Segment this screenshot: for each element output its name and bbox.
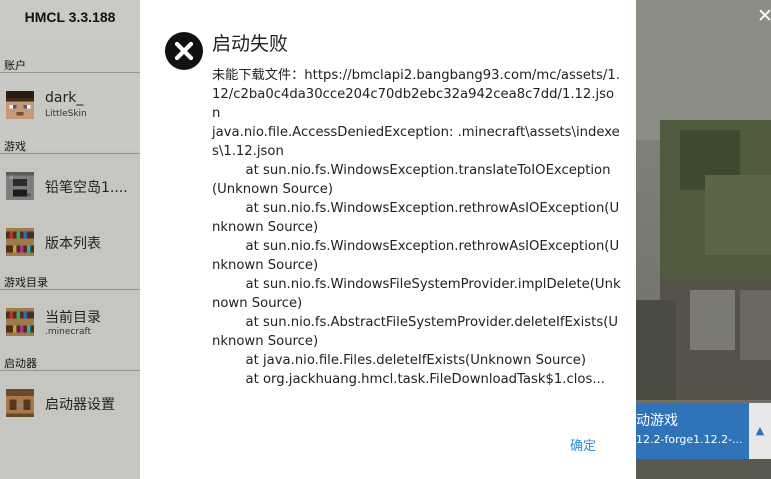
- furnace-icon: [6, 172, 34, 200]
- sidebar-item-launcher-settings[interactable]: 启动器设置: [0, 383, 140, 423]
- divider: [0, 370, 140, 371]
- bookshelf-icon: [6, 228, 34, 256]
- sidebar-item-version-list[interactable]: 版本列表: [0, 222, 140, 262]
- expand-icon[interactable]: ▲: [749, 403, 771, 459]
- crafting-table-icon: [6, 389, 34, 417]
- section-label-game: 游戏: [4, 140, 26, 153]
- player-head-icon: [6, 91, 34, 119]
- section-label-launcher: 启动器: [4, 357, 37, 370]
- sidebar-item-label: 启动器设置: [45, 397, 115, 413]
- sidebar-item-label: 版本列表: [45, 236, 101, 252]
- launch-title: 动游戏: [636, 413, 678, 429]
- divider: [0, 289, 140, 290]
- error-message: 未能下载文件：https://bmclapi2.bangbang93.com/m…: [212, 68, 621, 387]
- divider: [0, 72, 140, 73]
- section-label-account: 账户: [4, 59, 26, 72]
- sidebar: HMCL 3.3.188 账户 dark_ LittleSkin 游戏 铅笔空岛…: [0, 0, 140, 479]
- sidebar-item-account[interactable]: dark_ LittleSkin: [0, 85, 140, 125]
- dialog-title: 启动失败: [212, 33, 289, 55]
- divider: [0, 153, 140, 154]
- sidebar-item-label: 当前目录: [45, 310, 101, 326]
- section-label-game-dir: 游戏目录: [4, 276, 48, 289]
- account-name: dark_: [45, 90, 84, 106]
- error-dialog: 启动失败 未能下载文件：https://bmclapi2.bangbang93.…: [140, 0, 636, 479]
- account-type: LittleSkin: [45, 109, 87, 119]
- bookshelf-icon: [6, 308, 34, 336]
- ok-button[interactable]: 确定: [570, 435, 596, 454]
- sidebar-item-game-version[interactable]: 铅笔空岛1....: [0, 166, 140, 206]
- close-icon: ✕: [757, 5, 771, 27]
- close-window-button[interactable]: ✕: [757, 6, 771, 26]
- launch-version: 12.2-forge1.12.2-...: [636, 433, 743, 446]
- app-title: HMCL 3.3.188: [24, 9, 116, 25]
- error-x-icon: [165, 32, 203, 70]
- sidebar-item-current-dir[interactable]: 当前目录 .minecraft: [0, 302, 140, 342]
- launch-game-button[interactable]: 动游戏 12.2-forge1.12.2-... ▲: [636, 403, 771, 459]
- sidebar-item-sublabel: .minecraft: [45, 327, 92, 337]
- sidebar-item-label: 铅笔空岛1....: [45, 180, 128, 196]
